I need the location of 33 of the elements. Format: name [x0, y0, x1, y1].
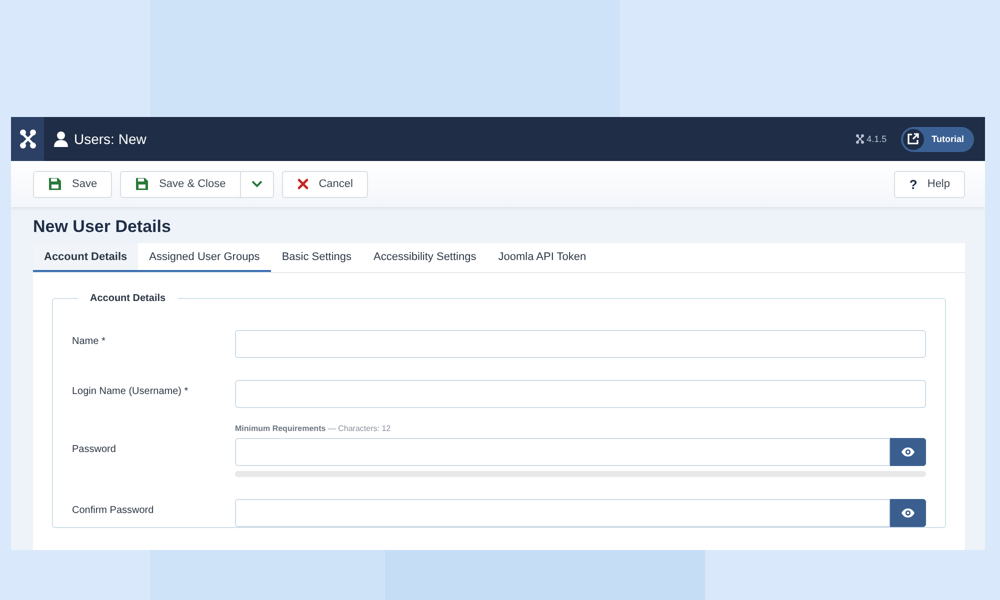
- page-title: New User Details: [33, 217, 172, 237]
- eye-icon: [901, 508, 916, 518]
- cancel-button[interactable]: Cancel: [282, 170, 368, 198]
- password-field[interactable]: [235, 499, 890, 527]
- eye-icon: [901, 447, 916, 457]
- requirements-hint: Minimum Requirements — Characters: 12: [235, 424, 392, 435]
- field-label: Login Name (Username) *: [72, 385, 190, 399]
- external-link-icon: [902, 128, 924, 150]
- save-button[interactable]: Save: [33, 170, 112, 198]
- joomla-logo-icon: [856, 134, 864, 144]
- save-icon: [135, 177, 150, 191]
- help-button[interactable]: ? Help: [894, 170, 965, 198]
- save-close-button[interactable]: Save & Close: [120, 170, 241, 198]
- tutorial-button[interactable]: Tutorial: [900, 126, 974, 152]
- tab[interactable]: Account Details: [33, 243, 138, 272]
- close-icon: [296, 178, 309, 190]
- save-icon: [48, 177, 62, 191]
- show-password-button[interactable]: [890, 499, 926, 527]
- field-label: Name *: [72, 335, 106, 349]
- input-field[interactable]: [235, 330, 926, 358]
- joomla-logo-icon: [20, 129, 36, 149]
- field-label: Confirm Password: [72, 504, 155, 518]
- version-text: 4.1.5: [866, 134, 887, 144]
- password-field[interactable]: [235, 438, 890, 466]
- dropdown-toggle[interactable]: [240, 170, 274, 198]
- chevron-down-icon: [250, 180, 263, 188]
- fieldset-legend: Account Details: [78, 293, 178, 304]
- question-mark-icon: ?: [909, 176, 918, 192]
- field-label: Password: [72, 443, 117, 457]
- page-header-title: Users: New: [74, 131, 146, 147]
- user-icon: [54, 131, 68, 147]
- show-password-button[interactable]: [890, 438, 926, 466]
- input-field[interactable]: [235, 380, 926, 408]
